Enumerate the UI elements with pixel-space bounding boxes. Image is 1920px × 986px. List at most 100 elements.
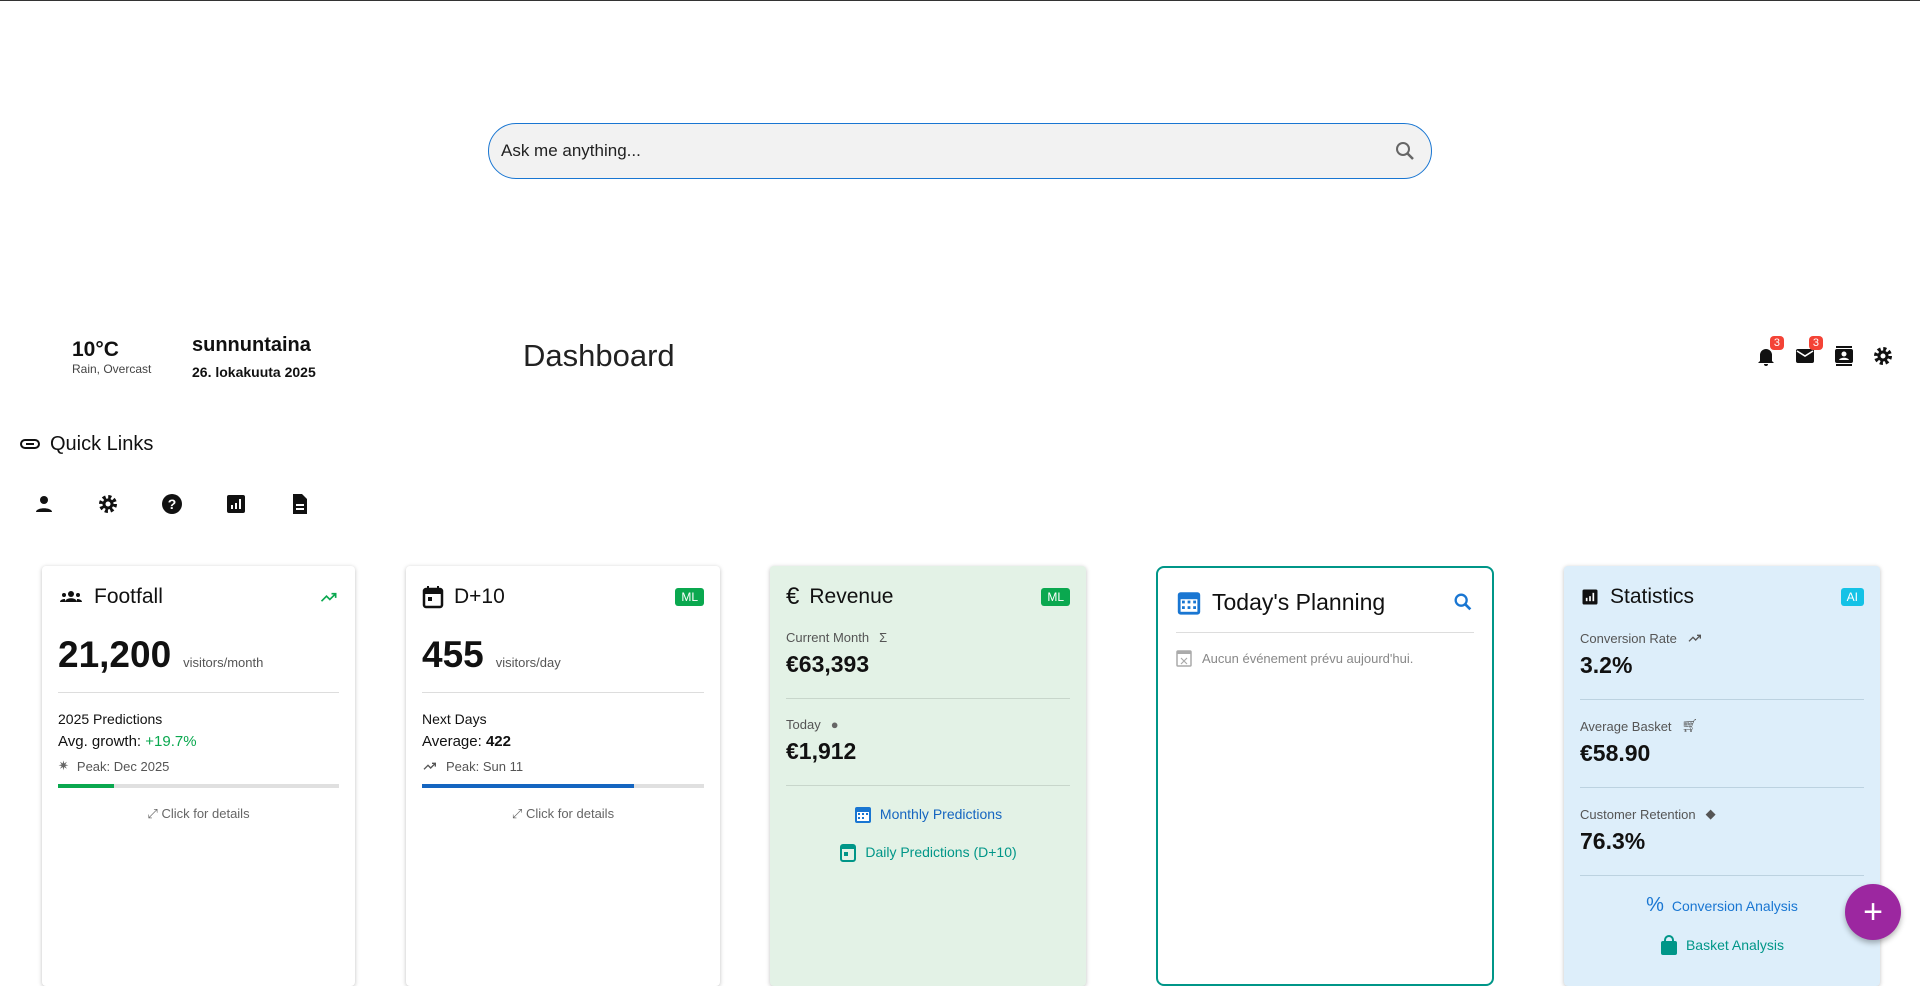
- calendar-today-icon: [840, 844, 857, 862]
- expand-icon: ⤢: [147, 806, 158, 821]
- details-label: Click for details: [525, 806, 615, 821]
- contacts-icon: [1835, 346, 1853, 366]
- growth-progress-bar: [58, 784, 339, 788]
- card-title: Statistics: [1610, 585, 1695, 608]
- retention-label: Customer Retention: [1580, 806, 1696, 822]
- help-icon[interactable]: ?: [160, 492, 184, 516]
- svg-text:?: ?: [168, 496, 177, 512]
- month-value: €63,393: [786, 651, 870, 677]
- conversion-value: 3.2%: [1580, 652, 1633, 678]
- month-label: Current Month: [786, 630, 870, 645]
- divider: [58, 692, 339, 693]
- shopping-bag-icon: [1660, 935, 1677, 955]
- footfall-value: 21,200: [58, 634, 172, 675]
- growth-label: Avg. growth:: [58, 733, 142, 750]
- today-label: Today: [786, 717, 821, 732]
- next-days-title: Next Days: [422, 711, 487, 727]
- messages-badge: 3: [1808, 336, 1823, 350]
- search-input[interactable]: [501, 141, 1393, 161]
- date: 26. lokakuuta 2025: [192, 364, 316, 380]
- event-busy-icon: [1176, 650, 1192, 667]
- link-label: Basket Analysis: [1685, 937, 1785, 953]
- card-title: Revenue: [809, 585, 894, 608]
- empty-message: Aucun événement prévu aujourd'hui.: [1202, 650, 1414, 666]
- lightbulb-icon: ●: [830, 717, 839, 732]
- calendar-month-icon: [1177, 592, 1201, 615]
- d10-card[interactable]: D+10 ML 455 visitors/day Next Days Averag…: [406, 566, 720, 986]
- peak-text: Peak: Sun 11: [446, 758, 524, 774]
- today-value: €1,912: [786, 738, 857, 764]
- link-icon: [20, 439, 40, 449]
- daily-predictions-link[interactable]: Daily Predictions (D+10): [786, 842, 1070, 862]
- weekday: sunnuntaina: [192, 334, 311, 356]
- link-label: Monthly Predictions: [879, 806, 1003, 822]
- cart-icon: 🛒︎: [1681, 718, 1699, 733]
- divider: [1580, 875, 1864, 876]
- d10-unit: visitors/day: [495, 655, 561, 670]
- divider: [786, 698, 1070, 699]
- basket-value: €58.90: [1580, 740, 1651, 766]
- ml-badge: ML: [675, 588, 704, 606]
- document-icon[interactable]: [288, 492, 312, 516]
- expand-icon: ⤢: [511, 806, 523, 821]
- planning-card[interactable]: Today's Planning Aucun événement prévu a…: [1156, 566, 1494, 986]
- analytics-icon[interactable]: [224, 492, 248, 516]
- conversion-label: Conversion Rate: [1580, 630, 1677, 646]
- ai-badge: AI: [1840, 588, 1864, 606]
- card-title: Footfall: [94, 585, 163, 608]
- divider: [422, 692, 704, 693]
- peak-text: Peak: Dec 2025: [76, 758, 170, 774]
- calendar-icon: [422, 586, 444, 609]
- quick-links-title: Quick Links: [50, 432, 154, 455]
- search-bar[interactable]: [488, 123, 1432, 179]
- weather-temp: 10°C: [72, 338, 119, 361]
- footfall-card[interactable]: Footfall 21,200 visitors/month 2025 Predi…: [42, 566, 355, 986]
- search-icon[interactable]: [1452, 591, 1474, 613]
- top-border: [0, 0, 1920, 1]
- monthly-predictions-link[interactable]: Monthly Predictions: [786, 804, 1070, 824]
- average-label: Average:: [422, 733, 482, 750]
- card-title: Today's Planning: [1212, 588, 1386, 615]
- calendar-month-icon: [854, 807, 871, 823]
- footfall-unit: visitors/month: [183, 655, 264, 670]
- growth-value: +19.7%: [145, 733, 197, 750]
- statistics-card[interactable]: Statistics AI Conversion Rate 3.2% Avera…: [1564, 566, 1880, 986]
- predictions-title: 2025 Predictions: [58, 711, 163, 727]
- average-value: 422: [485, 733, 511, 750]
- divider: [1580, 787, 1864, 788]
- messages-button[interactable]: 3: [1793, 336, 1823, 368]
- quick-links-heading: Quick Links: [18, 432, 153, 456]
- notifications-button[interactable]: 3: [1754, 336, 1784, 368]
- euro-icon: €: [786, 583, 800, 610]
- details-link[interactable]: ⤢ Click for details: [58, 806, 339, 822]
- page-title: Dashboard: [523, 338, 675, 373]
- details-link[interactable]: ⤢ Click for details: [422, 806, 704, 822]
- settings-icon[interactable]: [96, 492, 120, 516]
- link-label: Conversion Analysis: [1671, 897, 1798, 914]
- sigma-icon: Σ: [879, 630, 888, 645]
- retention-value: 76.3%: [1580, 828, 1646, 854]
- d10-value: 455: [422, 634, 484, 675]
- conversion-analysis-link[interactable]: % Conversion Analysis: [1580, 894, 1864, 917]
- basket-label: Average Basket: [1580, 718, 1672, 734]
- settings-button[interactable]: [1871, 344, 1895, 368]
- card-title: D+10: [454, 585, 505, 608]
- analytics-icon: [1582, 589, 1598, 605]
- d10-progress-bar: [422, 784, 704, 788]
- divider: [1580, 699, 1864, 700]
- details-label: Click for details: [161, 806, 250, 821]
- search-icon[interactable]: [1393, 139, 1417, 163]
- tag-icon: ◆: [1705, 806, 1716, 821]
- weather-condition: Rain, Overcast: [72, 362, 152, 376]
- revenue-card[interactable]: € Revenue ML Current Month Σ €63,393 Toda…: [770, 566, 1086, 986]
- add-fab-button[interactable]: +: [1845, 884, 1901, 940]
- person-icon[interactable]: [32, 492, 56, 516]
- percent-icon: %: [1646, 894, 1664, 916]
- basket-analysis-link[interactable]: Basket Analysis: [1580, 935, 1864, 955]
- trending-up-icon: [423, 762, 436, 770]
- contacts-button[interactable]: [1832, 344, 1856, 368]
- celebration-icon: ✷: [58, 758, 69, 773]
- divider: [1176, 632, 1474, 633]
- notifications-badge: 3: [1769, 336, 1784, 350]
- gear-icon: [1874, 347, 1892, 365]
